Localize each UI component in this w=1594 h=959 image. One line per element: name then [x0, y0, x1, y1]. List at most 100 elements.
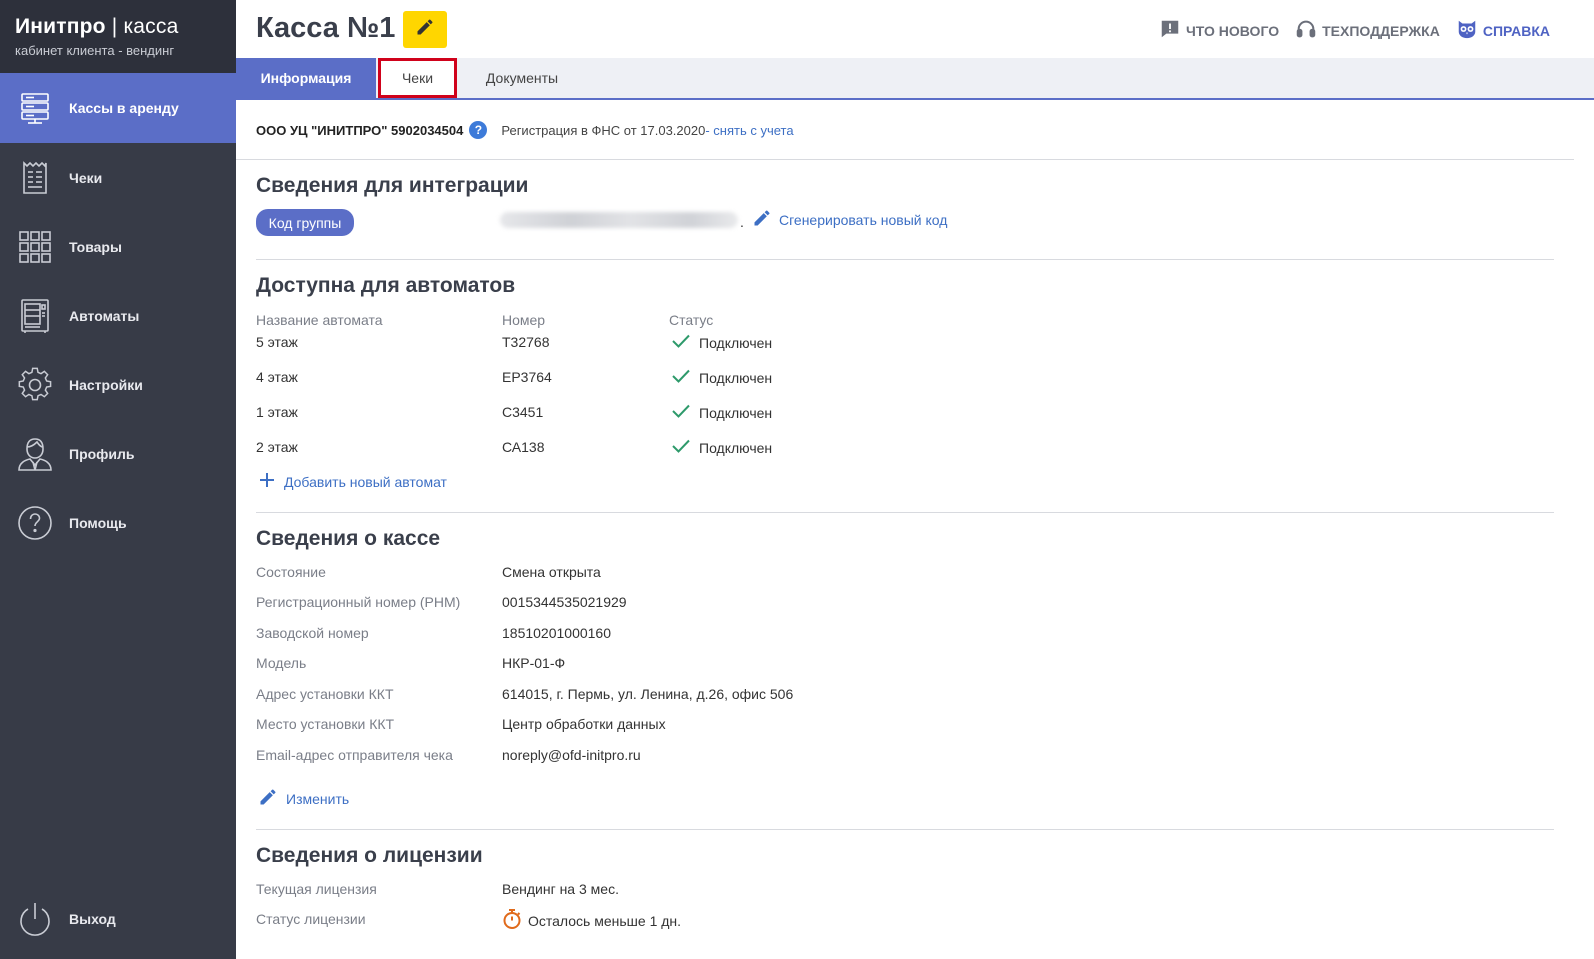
machine-name: 1 этаж	[256, 404, 298, 420]
headset-icon	[1295, 18, 1317, 43]
check-icon	[671, 333, 691, 352]
check-icon	[671, 438, 691, 457]
machine-name: 2 этаж	[256, 439, 298, 455]
tab-receipts[interactable]: Чеки	[378, 58, 457, 98]
license-title: Сведения о лицензии	[256, 844, 483, 867]
column-header-name: Название автомата	[256, 312, 383, 328]
machine-number: С3451	[502, 404, 544, 420]
question-icon[interactable]: ?	[469, 121, 488, 139]
field-value: Вендинг на 3 мес.	[502, 881, 619, 897]
support-label: Техподдержка	[1322, 22, 1440, 39]
power-icon	[16, 900, 54, 938]
field-value: noreply@ofd-initpro.ru	[502, 747, 641, 763]
sidebar-item-rent-kkt[interactable]: Кассы в аренду	[0, 73, 236, 143]
add-machine-label: Добавить новый автомат	[284, 473, 447, 490]
plus-icon	[258, 471, 276, 492]
brand-subtitle: кабинет клиента - вендинг	[15, 43, 175, 58]
integration-title: Сведения для интеграции	[256, 174, 529, 197]
deregister-link[interactable]: - снять с учета	[705, 123, 793, 138]
generate-code-label: Сгенерировать новый код	[779, 211, 948, 228]
field-label: Текущая лицензия	[256, 881, 377, 897]
brand[interactable]: Инитпро | касса кабинет клиента - вендин…	[0, 0, 236, 73]
chat-alert-icon	[1159, 18, 1181, 43]
license-status-value: Осталось меньше 1 дн.	[502, 908, 681, 933]
edit-kkt-label: Изменить	[286, 790, 350, 807]
sidebar-item-profile[interactable]: Профиль	[0, 419, 236, 489]
stopwatch-icon	[502, 908, 522, 933]
sidebar-item-products[interactable]: Товары	[0, 212, 236, 282]
field-value: Смена открыта	[502, 564, 601, 580]
machine-status: Подключен	[671, 403, 772, 422]
brand-title: Инитпро | касса	[15, 15, 179, 38]
logout-button[interactable]: Выход	[0, 884, 236, 954]
field-value: Центр обработки данных	[502, 716, 666, 732]
divider	[256, 512, 1554, 513]
field-label: Статус лицензии	[256, 911, 366, 927]
field-label: Адрес установки ККТ	[256, 686, 394, 702]
machine-number: СА138	[502, 439, 545, 455]
vending-machine-icon	[16, 297, 54, 335]
grid-icon	[16, 228, 54, 266]
generate-code-link[interactable]: Сгенерировать новый код	[752, 208, 947, 231]
divider	[236, 159, 1574, 160]
org-name: ООО УЦ "ИНИТПРО" 5902034504	[256, 122, 464, 138]
tab-information[interactable]: Информация	[236, 58, 376, 98]
machine-status: Подключен	[671, 333, 772, 352]
sidebar: Инитпро | касса кабинет клиента - вендин…	[0, 0, 236, 959]
pencil-icon	[258, 787, 278, 810]
server-icon	[16, 89, 54, 127]
sidebar-item-label: Профиль	[69, 446, 135, 462]
field-label: Заводской номер	[256, 625, 369, 641]
sidebar-item-label: Товары	[69, 239, 122, 255]
kkt-title: Сведения о кассе	[256, 527, 441, 550]
divider	[256, 829, 1554, 830]
field-value: НКР-01-Ф	[502, 655, 566, 671]
machine-status: Подключен	[671, 438, 772, 457]
whats-new-label: Что нового	[1185, 22, 1280, 39]
sidebar-item-receipts[interactable]: Чеки	[0, 143, 236, 213]
sidebar-item-settings[interactable]: Настройки	[0, 350, 236, 420]
sidebar-item-label: Автоматы	[69, 308, 140, 324]
sidebar-item-help[interactable]: Помощь	[0, 488, 236, 558]
sidebar-item-label: Настройки	[69, 377, 143, 393]
column-header-status: Статус	[669, 312, 714, 328]
sidebar-item-label: Кассы в аренду	[69, 100, 179, 116]
user-icon	[16, 435, 54, 473]
tab-documents[interactable]: Документы	[468, 58, 576, 98]
tab-bar: Информация Чеки Документы	[236, 58, 1594, 100]
owl-icon	[1456, 18, 1478, 43]
edit-kkt-link[interactable]: Изменить	[258, 787, 349, 810]
header-links: Что нового Техподдержка Справка	[1159, 18, 1550, 43]
machine-name: 4 этаж	[256, 369, 298, 385]
sidebar-item-machines[interactable]: Автоматы	[0, 281, 236, 351]
group-code-value	[500, 212, 738, 228]
edit-title-button[interactable]	[403, 11, 447, 48]
field-value: 0015344535021929	[502, 594, 627, 610]
group-code-button[interactable]: Код группы	[256, 209, 354, 236]
page-header: Касса №1 Что нового Техподдержка Справка	[236, 0, 1594, 58]
code-suffix: .	[740, 214, 744, 230]
machine-name: 5 этаж	[256, 334, 298, 350]
pencil-icon	[415, 17, 435, 42]
registration-text: Регистрация в ФНС от 17.03.2020	[501, 122, 706, 138]
support-link[interactable]: Техподдержка	[1295, 18, 1440, 43]
help-label: Справка	[1482, 22, 1550, 39]
field-value: 18510201000160	[502, 625, 612, 641]
check-icon	[671, 368, 691, 387]
sidebar-item-label: Чеки	[69, 170, 103, 186]
divider	[256, 259, 1554, 260]
machine-number: Т32768	[502, 334, 550, 350]
sidebar-item-label: Помощь	[69, 515, 127, 531]
field-value: 614015, г. Пермь, ул. Ленина, д.26, офис…	[502, 686, 794, 702]
whats-new-link[interactable]: Что нового	[1159, 18, 1279, 43]
field-label: Место установки ККТ	[256, 716, 395, 732]
page-title: Касса №1	[256, 12, 396, 44]
machines-title: Доступна для автоматов	[256, 274, 516, 297]
field-label: Email-адрес отправителя чека	[256, 747, 453, 763]
help-circle-icon	[16, 504, 54, 542]
pencil-icon	[752, 208, 772, 231]
add-machine-link[interactable]: Добавить новый автомат	[258, 471, 447, 492]
help-link[interactable]: Справка	[1456, 18, 1550, 43]
machine-number: ЕР3764	[502, 369, 552, 385]
gear-icon	[16, 366, 54, 404]
